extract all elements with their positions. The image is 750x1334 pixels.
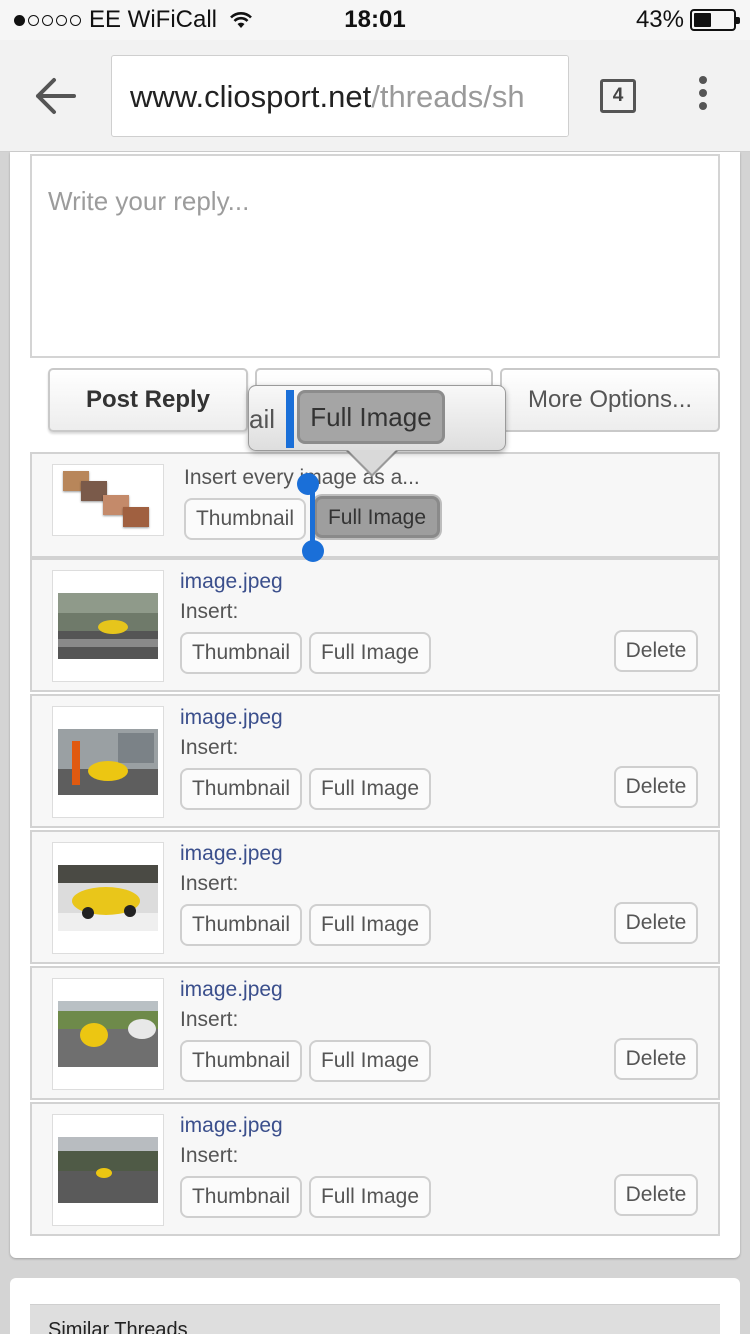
attachment-row: image.jpeg Insert: Thumbnail Full Image …	[30, 558, 720, 692]
attachment-row: image.jpeg Insert: Thumbnail Full Image …	[30, 966, 720, 1100]
browser-toolbar: www.cliosport.net/threads/sh 4	[0, 40, 750, 152]
attachment-filename[interactable]: image.jpeg	[180, 978, 283, 1002]
insert-full-image-button[interactable]: Full Image	[309, 904, 431, 946]
selection-knob-end[interactable]	[302, 540, 324, 562]
text-cursor-icon	[286, 390, 294, 448]
battery-icon	[690, 9, 740, 31]
delete-attachment-button[interactable]: Delete	[614, 1038, 698, 1080]
insert-full-image-button[interactable]: Full Image	[309, 1040, 431, 1082]
delete-attachment-button[interactable]: Delete	[614, 1174, 698, 1216]
attachment-filename[interactable]: image.jpeg	[180, 1114, 283, 1138]
attachment-thumbnail[interactable]	[52, 842, 164, 954]
magnified-text-fragment: ail	[249, 404, 276, 434]
car-photo-icon	[58, 865, 158, 931]
insert-full-image-button[interactable]: Full Image	[309, 1176, 431, 1218]
popup-arrow	[348, 450, 396, 474]
insert-full-image-button[interactable]: Full Image	[309, 632, 431, 674]
attachment-thumbnail[interactable]	[52, 570, 164, 682]
back-arrow-icon[interactable]	[34, 76, 78, 116]
insert-thumbnail-button[interactable]: Thumbnail	[180, 904, 302, 946]
reply-textarea[interactable]: Write your reply...	[30, 154, 720, 358]
insert-label: Insert:	[180, 872, 239, 895]
insert-label: Insert:	[180, 736, 239, 759]
insert-thumbnail-button[interactable]: Thumbnail	[180, 1040, 302, 1082]
attachment-row: image.jpeg Insert: Thumbnail Full Image …	[30, 694, 720, 828]
battery-group: 43%	[635, 6, 740, 34]
attachment-thumbnail[interactable]	[52, 1114, 164, 1226]
more-options-button[interactable]: More Options...	[500, 368, 720, 432]
attachment-row: image.jpeg Insert: Thumbnail Full Image …	[30, 1102, 720, 1236]
insert-thumbnail-button[interactable]: Thumbnail	[180, 768, 302, 810]
overflow-menu-icon[interactable]	[696, 76, 710, 116]
insert-full-image-button[interactable]: Full Image	[309, 768, 431, 810]
url-path: /threads/sh	[371, 79, 525, 114]
attachment-row: image.jpeg Insert: Thumbnail Full Image …	[30, 830, 720, 964]
insert-all-full-image-button[interactable]: Full Image	[314, 496, 440, 538]
insert-label: Insert:	[180, 1144, 239, 1167]
insert-thumbnail-button[interactable]: Thumbnail	[180, 1176, 302, 1218]
car-photo-icon	[58, 729, 158, 795]
tab-switcher-button[interactable]: 4	[600, 79, 636, 113]
attachment-thumbnail[interactable]	[52, 706, 164, 818]
magnified-selection: Full Image	[297, 390, 445, 444]
insert-thumbnail-button[interactable]: Thumbnail	[180, 632, 302, 674]
insert-label: Insert:	[180, 1008, 239, 1031]
similar-threads-section: Similar Threads	[10, 1278, 740, 1334]
delete-attachment-button[interactable]: Delete	[614, 902, 698, 944]
attachment-thumbnail[interactable]	[52, 978, 164, 1090]
selection-magnifier-popup: ail Full Image	[248, 385, 506, 451]
attachment-filename[interactable]: image.jpeg	[180, 842, 283, 866]
car-photo-icon	[58, 1137, 158, 1203]
delete-attachment-button[interactable]: Delete	[614, 766, 698, 808]
car-photo-icon	[58, 593, 158, 659]
insert-all-thumbnail-button[interactable]: Thumbnail	[184, 498, 306, 540]
attachment-filename[interactable]: image.jpeg	[180, 570, 283, 594]
attachment-filename[interactable]: image.jpeg	[180, 706, 283, 730]
battery-percent: 43%	[635, 6, 684, 33]
car-photo-icon	[58, 1001, 158, 1067]
delete-attachment-button[interactable]: Delete	[614, 630, 698, 672]
post-reply-button[interactable]: Post Reply	[48, 368, 248, 432]
status-bar: EE WiFiCall 18:01 43%	[0, 0, 750, 40]
image-stack-icon	[52, 464, 164, 536]
url-host: www.cliosport.net	[130, 79, 372, 114]
selection-knob-start[interactable]	[297, 473, 319, 495]
insert-label: Insert:	[180, 600, 239, 623]
similar-threads-header: Similar Threads	[30, 1304, 720, 1334]
address-bar[interactable]: www.cliosport.net/threads/sh	[111, 55, 569, 137]
page-content: Write your reply... Post Reply More Opti…	[10, 152, 740, 1258]
